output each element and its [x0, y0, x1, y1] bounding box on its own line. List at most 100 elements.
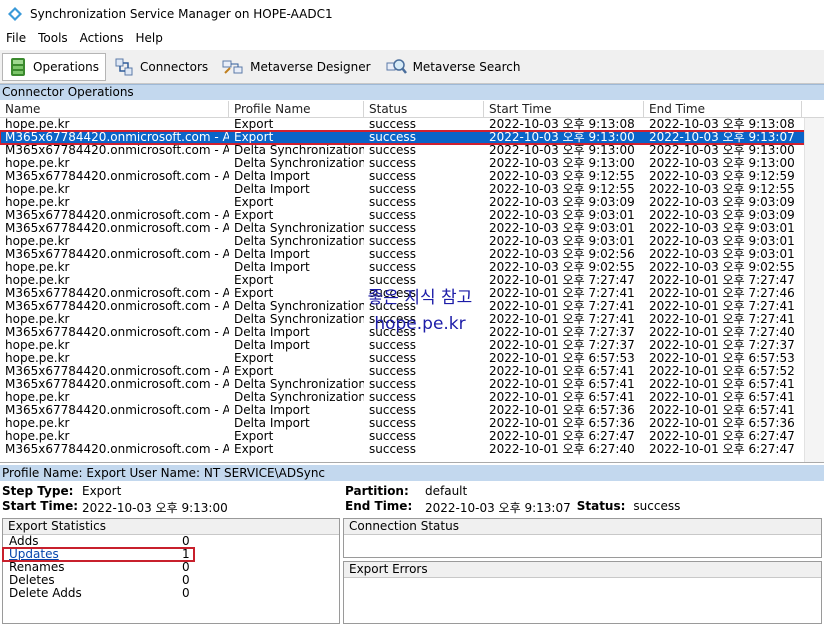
operations-button[interactable]: Operations	[2, 52, 106, 81]
cell-name: hope.pe.kr	[5, 157, 70, 170]
metaverse-designer-label: Metaverse Designer	[250, 59, 371, 74]
menu-actions[interactable]: Actions	[74, 31, 130, 45]
metaverse-search-label: Metaverse Search	[412, 59, 521, 74]
table-row[interactable]: hope.pe.kr Delta Import success 2022-10-03 …	[0, 261, 824, 274]
table-row[interactable]: hope.pe.kr Delta Synchronization success 20…	[0, 391, 824, 404]
cell-profile-name: Delta Import	[234, 339, 310, 352]
cell-start-time: 2022-10-01 오후 6:27:47	[489, 430, 635, 443]
cell-status: success	[369, 209, 416, 222]
connector-operations-grid: Name Profile Name Status Start Time End …	[0, 101, 824, 463]
menu-help[interactable]: Help	[130, 31, 169, 45]
cell-profile-name: Export	[234, 118, 274, 131]
table-row[interactable]: hope.pe.kr Delta Import success 2022-10-03 …	[0, 183, 824, 196]
cell-status: success	[369, 443, 416, 456]
table-row[interactable]: M365x67784420.onmicrosoft.com - AAD Delta…	[0, 170, 824, 183]
end-time-label: End Time:	[345, 499, 413, 513]
cell-end-time: 2022-10-01 오후 7:27:40	[649, 326, 795, 339]
metaverse-designer-button[interactable]: Metaverse Designer	[216, 53, 376, 81]
grid-scrollbar[interactable]	[804, 118, 824, 462]
export-errors-panel: Export Errors	[343, 561, 822, 624]
cell-name: hope.pe.kr	[5, 118, 70, 131]
cell-end-time: 2022-10-01 오후 6:57:36	[649, 417, 795, 430]
cell-profile-name: Delta Import	[234, 248, 310, 261]
cell-profile-name: Delta Synchronization	[234, 157, 364, 170]
cell-end-time: 2022-10-03 오후 9:03:01	[649, 222, 795, 235]
menu-file[interactable]: File	[0, 31, 32, 45]
table-row[interactable]: M365x67784420.onmicrosoft.com - AAD Delta…	[0, 378, 824, 391]
cell-name: M365x67784420.onmicrosoft.com - AAD	[5, 144, 229, 157]
cell-status: success	[369, 339, 416, 352]
cell-name: M365x67784420.onmicrosoft.com - AAD	[5, 248, 229, 261]
cell-start-time: 2022-10-01 오후 6:57:41	[489, 391, 635, 404]
table-row[interactable]: hope.pe.kr Delta Synchronization success 20…	[0, 157, 824, 170]
menu-tools[interactable]: Tools	[32, 31, 74, 45]
export-statistics-panel: Export Statistics Adds 0 Updates 1 Renames 0 D…	[2, 518, 340, 624]
cell-name: M365x67784420.onmicrosoft.com - AAD	[5, 131, 229, 144]
cell-start-time: 2022-10-03 오후 9:03:01	[489, 235, 635, 248]
cell-name: M365x67784420.onmicrosoft.com - AAD	[5, 443, 229, 456]
cell-start-time: 2022-10-01 오후 6:57:41	[489, 365, 635, 378]
table-row[interactable]: hope.pe.kr Export success 2022-10-01 오후 6:5…	[0, 352, 824, 365]
start-time-value: 2022-10-03 오후 9:13:00	[82, 501, 228, 515]
table-row[interactable]: hope.pe.kr Delta Import success 2022-10-01 …	[0, 339, 824, 352]
cell-status: success	[369, 222, 416, 235]
cell-name: hope.pe.kr	[5, 183, 70, 196]
column-header-profile-name[interactable]: Profile Name	[229, 101, 364, 117]
cell-end-time: 2022-10-01 오후 6:57:53	[649, 352, 795, 365]
table-row[interactable]: M365x67784420.onmicrosoft.com - AAD Delta…	[0, 144, 824, 157]
toolbar: Operations Connectors Metaverse Designer…	[0, 50, 824, 84]
cell-profile-name: Delta Import	[234, 261, 310, 274]
cell-end-time: 2022-10-03 오후 9:03:09	[649, 196, 795, 209]
cell-end-time: 2022-10-01 오후 6:27:47	[649, 443, 795, 456]
cell-profile-name: Delta Synchronization	[234, 378, 364, 391]
cell-start-time: 2022-10-03 오후 9:13:00	[489, 131, 635, 144]
connectors-label: Connectors	[139, 59, 209, 74]
column-header-status[interactable]: Status	[364, 101, 484, 117]
table-row[interactable]: M365x67784420.onmicrosoft.com - AAD Expor…	[0, 443, 824, 456]
stat-row-delete-adds: Delete Adds 0	[3, 587, 339, 600]
cell-name: M365x67784420.onmicrosoft.com - AAD	[5, 209, 229, 222]
cell-status: success	[369, 131, 416, 144]
metaverse-search-button[interactable]: Metaverse Search	[379, 53, 527, 81]
cell-end-time: 2022-10-03 오후 9:13:07	[649, 131, 795, 144]
cell-name: hope.pe.kr	[5, 352, 70, 365]
cell-profile-name: Delta Import	[234, 170, 310, 183]
step-type-value: Export	[82, 484, 122, 498]
cell-name: hope.pe.kr	[5, 261, 70, 274]
export-statistics-header: Export Statistics	[3, 519, 339, 535]
operations-icon	[11, 57, 25, 76]
table-row[interactable]: hope.pe.kr Delta Import success 2022-10-01 …	[0, 417, 824, 430]
watermark-line2: hope.pe.kr	[374, 314, 466, 334]
table-row[interactable]: hope.pe.kr Export success 2022-10-01 오후 6:2…	[0, 430, 824, 443]
cell-name: M365x67784420.onmicrosoft.com - AAD	[5, 404, 229, 417]
cell-end-time: 2022-10-03 오후 9:02:55	[649, 261, 795, 274]
table-row[interactable]: M365x67784420.onmicrosoft.com - AAD Delta…	[0, 222, 824, 235]
table-row[interactable]: M365x67784420.onmicrosoft.com - AAD Expor…	[0, 365, 824, 378]
cell-profile-name: Delta Import	[234, 404, 310, 417]
table-row[interactable]: M365x67784420.onmicrosoft.com - AAD Expor…	[0, 209, 824, 222]
column-header-name[interactable]: Name	[0, 101, 229, 117]
cell-name: M365x67784420.onmicrosoft.com - AAD	[5, 365, 229, 378]
cell-status: success	[369, 365, 416, 378]
column-header-start-time[interactable]: Start Time	[484, 101, 644, 117]
table-row[interactable]: M365x67784420.onmicrosoft.com - AAD Expor…	[0, 130, 824, 145]
table-row[interactable]: hope.pe.kr Export success 2022-10-03 오후 9:0…	[0, 196, 824, 209]
cell-name: hope.pe.kr	[5, 313, 70, 326]
cell-name: M365x67784420.onmicrosoft.com - AAD	[5, 300, 229, 313]
cell-status: success	[369, 196, 416, 209]
export-statistics-list: Adds 0 Updates 1 Renames 0 Deletes 0 Delete Adds…	[2, 535, 339, 600]
cell-profile-name: Export	[234, 131, 274, 144]
table-row[interactable]: M365x67784420.onmicrosoft.com - AAD Delta…	[0, 248, 824, 261]
cell-name: M365x67784420.onmicrosoft.com - AAD	[5, 287, 229, 300]
table-row[interactable]: M365x67784420.onmicrosoft.com - AAD Delta…	[0, 404, 824, 417]
cell-profile-name: Export	[234, 196, 274, 209]
cell-start-time: 2022-10-01 오후 6:57:53	[489, 352, 635, 365]
profile-summary-bar: Profile Name: Export User Name: NT SERVI…	[0, 465, 824, 481]
cell-end-time: 2022-10-03 오후 9:03:01	[649, 248, 795, 261]
column-header-end-time[interactable]: End Time	[644, 101, 802, 117]
table-row[interactable]: hope.pe.kr Export success 2022-10-03 오후 9:1…	[0, 118, 824, 131]
cell-status: success	[369, 404, 416, 417]
connectors-button[interactable]: Connectors	[108, 53, 214, 81]
cell-end-time: 2022-10-01 오후 6:57:41	[649, 378, 795, 391]
table-row[interactable]: hope.pe.kr Delta Synchronization success 20…	[0, 235, 824, 248]
